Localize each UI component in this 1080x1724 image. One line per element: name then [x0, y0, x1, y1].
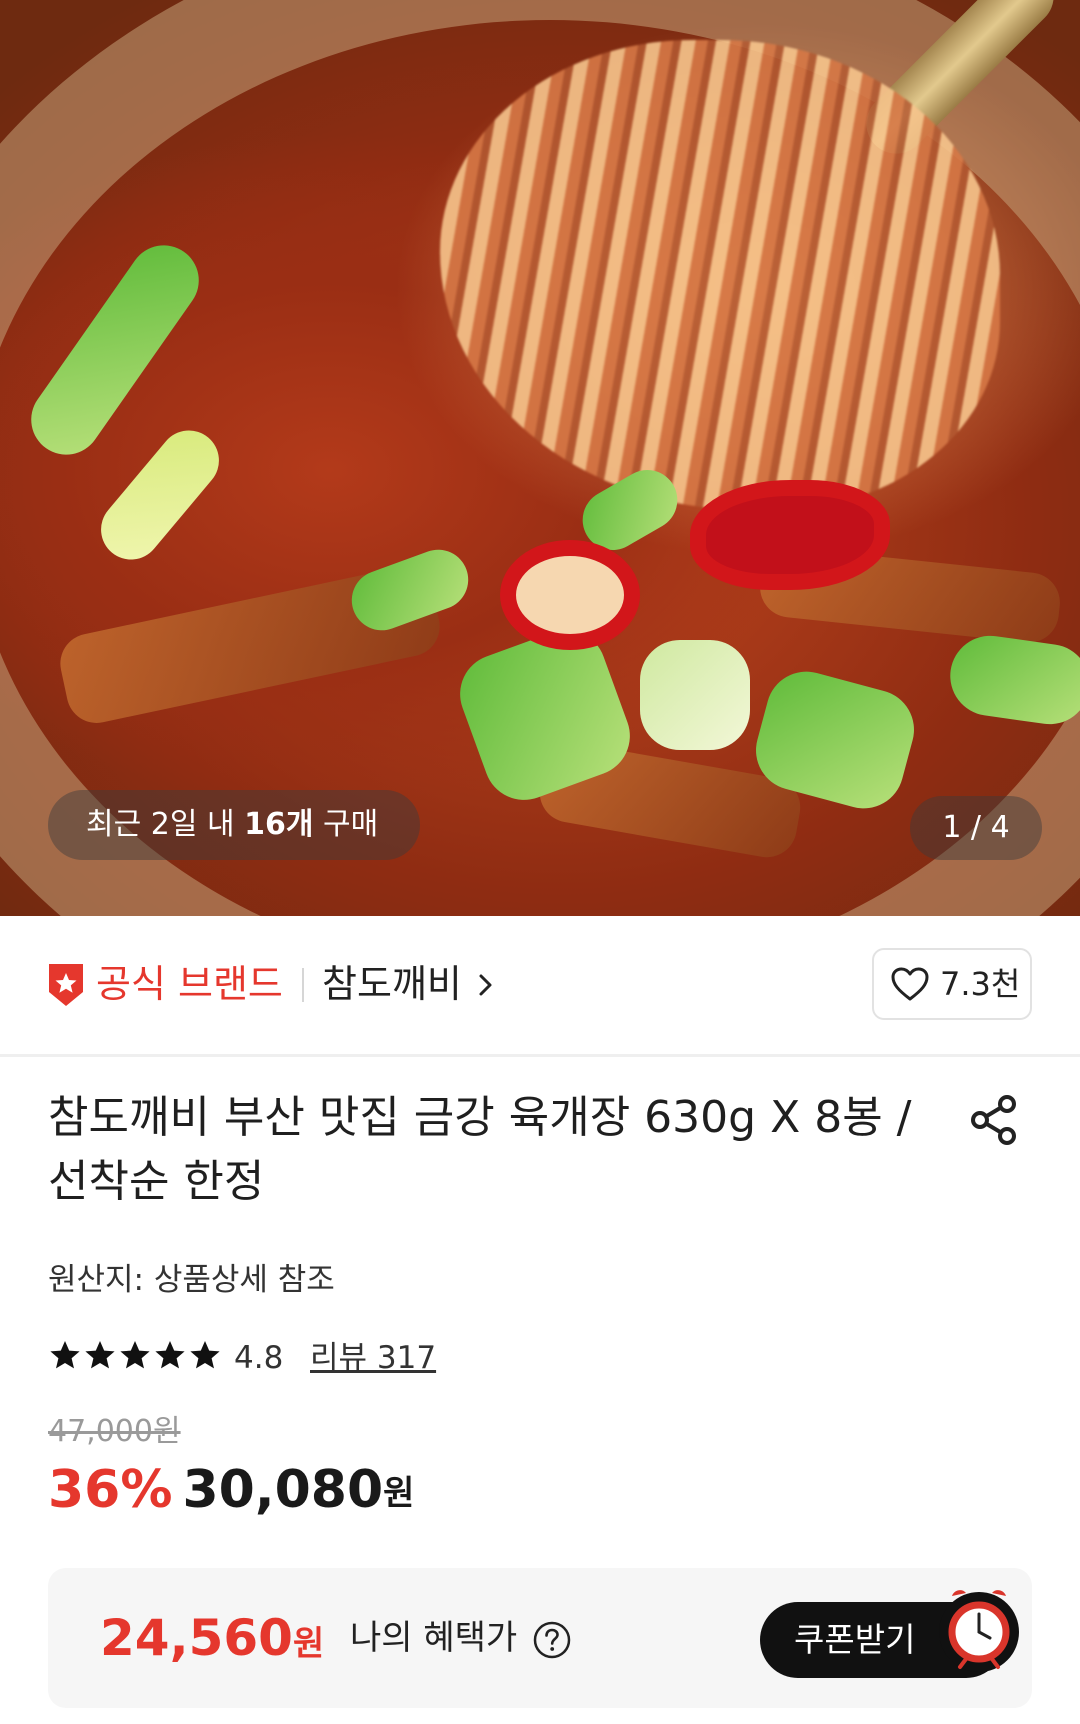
review-link[interactable]: 리뷰 317	[310, 1336, 436, 1380]
rating-stars-icon	[50, 1341, 220, 1369]
question-help-icon[interactable]	[532, 1620, 572, 1660]
benefit-price: 24,560원	[100, 1600, 324, 1688]
like-count: 7.3천	[940, 965, 1021, 1003]
original-price: 47,000원	[48, 1414, 181, 1449]
red-pepper-slice	[690, 480, 890, 590]
product-title: 참도깨비 부산 맛집 금강 육개장 630g X 8봉 / 선착순 한정	[48, 1092, 912, 1207]
product-image[interactable]: 최근 2일 내 16개 구매 1 / 4	[0, 0, 1080, 916]
discount-rate: 36%	[48, 1460, 173, 1520]
red-pepper-slice	[500, 540, 640, 650]
brand-store-link[interactable]: 참도깨비	[322, 954, 462, 1014]
like-button[interactable]: 7.3천	[872, 948, 1032, 1020]
origin-info: 원산지: 상품상세 참조	[48, 1262, 335, 1298]
benefit-unit: 원	[292, 1624, 325, 1664]
divider	[302, 968, 304, 1002]
heart-icon	[891, 967, 929, 1001]
sale-price-unit: 원	[383, 1473, 415, 1514]
image-counter: 1 / 4	[910, 796, 1042, 860]
official-brand-label: 공식 브랜드	[96, 962, 283, 1006]
benefit-amount: 24,560	[100, 1609, 293, 1667]
price-row: 36% 30,080원	[48, 1460, 414, 1530]
section-divider	[0, 1054, 1080, 1057]
brand-row: 공식 브랜드 참도깨비 7.3천	[0, 916, 1080, 1054]
rating-value: 4.8	[234, 1340, 284, 1376]
recent-purchase-badge: 최근 2일 내 16개 구매	[48, 790, 420, 860]
scallion	[640, 640, 750, 750]
benefit-label: 나의 혜택가	[350, 1618, 518, 1658]
purchase-count: 16개	[244, 807, 314, 842]
alarm-clock-icon	[939, 1590, 1019, 1672]
sale-price: 30,080	[182, 1460, 384, 1520]
purchase-prefix: 최근 2일 내	[86, 807, 245, 842]
official-brand-shield-icon	[49, 964, 83, 1006]
purchase-suffix: 구매	[313, 807, 379, 842]
chevron-right-icon[interactable]	[474, 968, 498, 1002]
benefit-box: 24,560원 나의 혜택가 쿠폰받기	[48, 1568, 1032, 1708]
share-icon[interactable]	[966, 1092, 1022, 1148]
